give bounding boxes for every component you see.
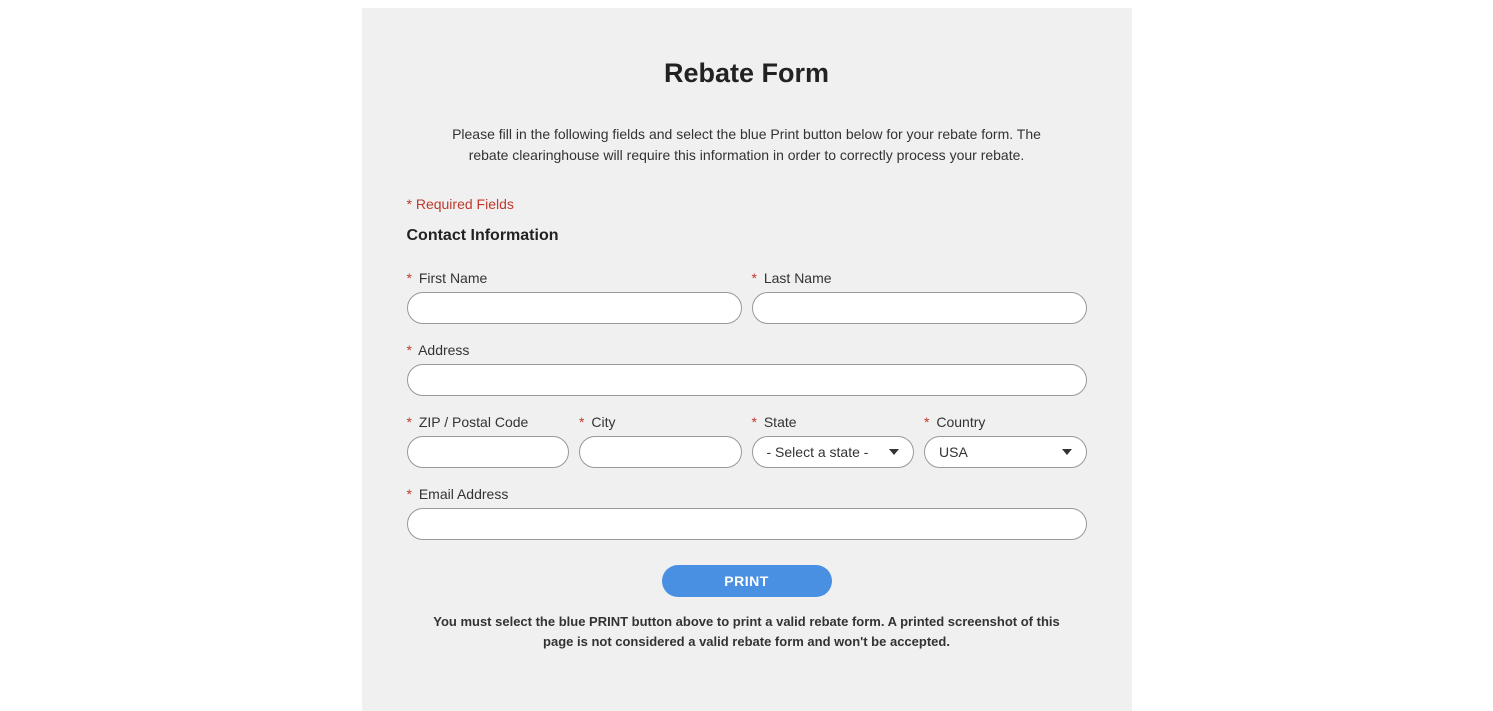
state-label: * State <box>752 414 915 430</box>
city-input[interactable] <box>579 436 742 468</box>
country-label: * Country <box>924 414 1087 430</box>
email-field-wrapper: * Email Address <box>407 486 1087 540</box>
address-input[interactable] <box>407 364 1087 396</box>
city-label: * City <box>579 414 742 430</box>
zip-field-wrapper: * ZIP / Postal Code <box>407 414 570 468</box>
required-fields-note: * Required Fields <box>407 196 1087 212</box>
address-field-wrapper: * Address <box>407 342 1087 396</box>
state-select[interactable]: - Select a state - <box>752 436 915 468</box>
page-title: Rebate Form <box>407 58 1087 89</box>
first-name-field-wrapper: * First Name <box>407 270 742 324</box>
rebate-form-container: Rebate Form Please fill in the following… <box>362 8 1132 711</box>
instructions-text: Please fill in the following fields and … <box>407 124 1087 166</box>
country-field-wrapper: * Country USA <box>924 414 1087 468</box>
first-name-label: * First Name <box>407 270 742 286</box>
last-name-label: * Last Name <box>752 270 1087 286</box>
zip-input[interactable] <box>407 436 570 468</box>
footer-note: You must select the blue PRINT button ab… <box>407 612 1087 651</box>
email-input[interactable] <box>407 508 1087 540</box>
city-field-wrapper: * City <box>579 414 742 468</box>
state-field-wrapper: * State - Select a state - <box>752 414 915 468</box>
first-name-input[interactable] <box>407 292 742 324</box>
last-name-field-wrapper: * Last Name <box>752 270 1087 324</box>
address-label: * Address <box>407 342 1087 358</box>
print-button[interactable]: PRINT <box>662 565 832 597</box>
section-title: Contact Information <box>407 227 1087 245</box>
country-select[interactable]: USA <box>924 436 1087 468</box>
last-name-input[interactable] <box>752 292 1087 324</box>
zip-label: * ZIP / Postal Code <box>407 414 570 430</box>
email-label: * Email Address <box>407 486 1087 502</box>
